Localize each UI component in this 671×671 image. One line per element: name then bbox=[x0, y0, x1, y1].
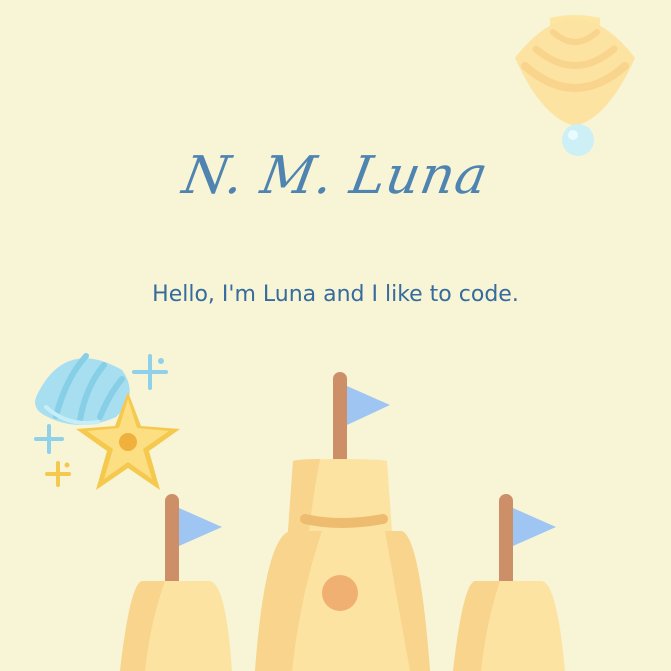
left-tower bbox=[120, 494, 232, 671]
sandcastle-icon bbox=[120, 372, 565, 671]
center-tower bbox=[255, 372, 430, 671]
page-title: N. M. Luna bbox=[178, 146, 493, 206]
page-subtitle: Hello, I'm Luna and I like to code. bbox=[152, 282, 519, 307]
page: N. M. Luna Hello, I'm Luna and I like to… bbox=[0, 0, 671, 671]
right-tower bbox=[453, 494, 565, 671]
